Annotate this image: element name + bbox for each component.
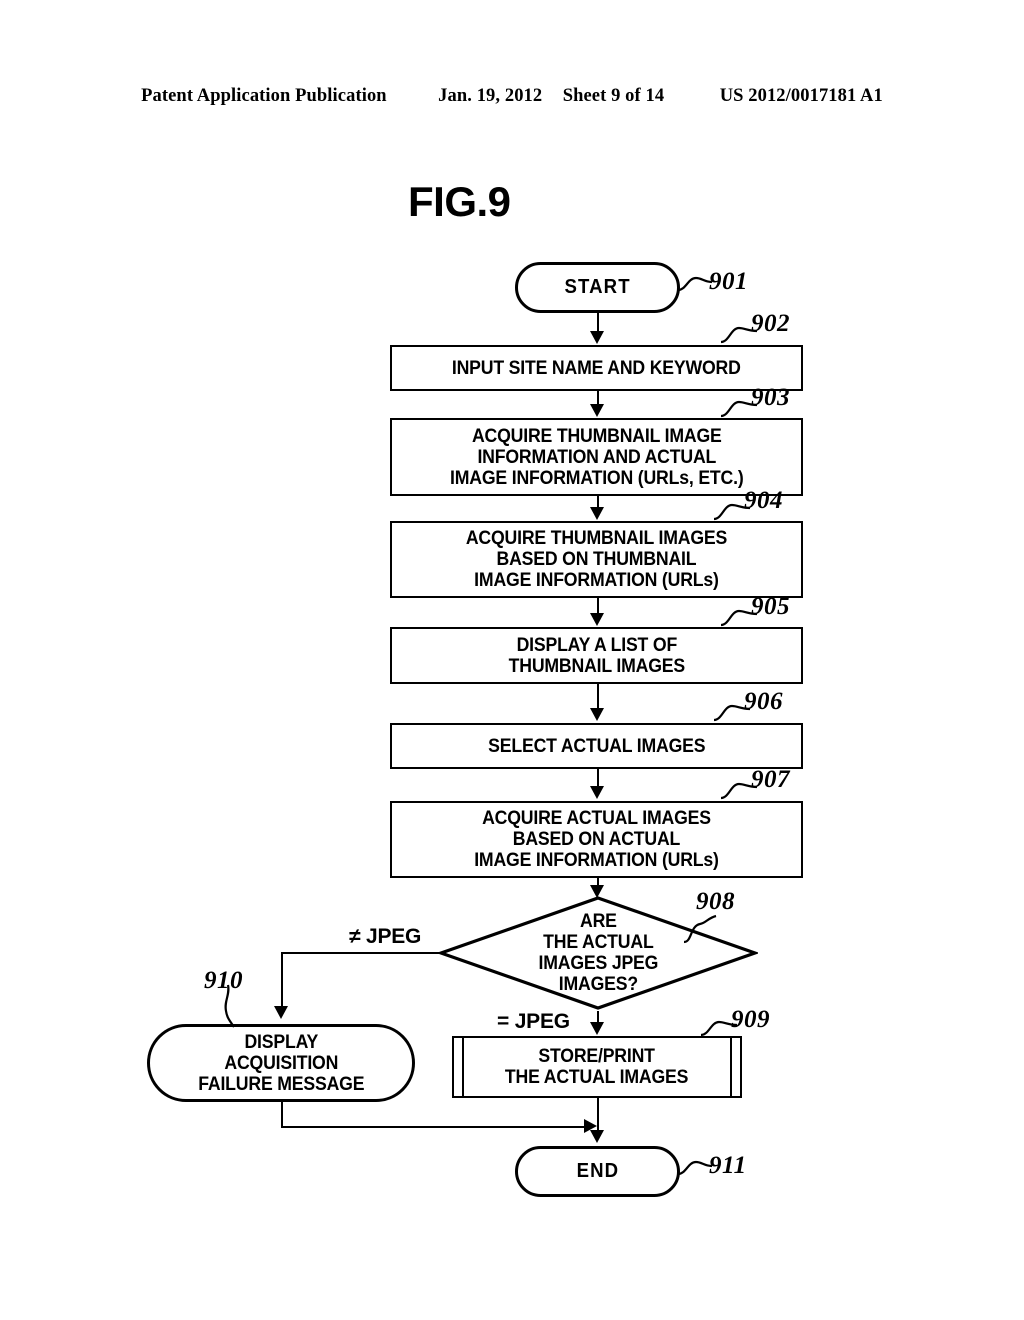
refnum-903: 903 xyxy=(751,384,790,411)
flow-node-904-label: ACQUIRE THUMBNAIL IMAGES BASED ON THUMBN… xyxy=(465,528,728,591)
refnum-904: 904 xyxy=(744,487,783,514)
header-publication: Patent Application Publication xyxy=(141,86,387,106)
arrowhead-901-902 xyxy=(590,331,604,344)
arrowhead-902-903 xyxy=(590,404,604,417)
flow-node-905-label: DISPLAY A LIST OF THUMBNAIL IMAGES xyxy=(508,634,685,677)
refnum-902: 902 xyxy=(751,310,790,337)
flow-node-input-site-name: INPUT SITE NAME AND KEYWORD xyxy=(390,345,803,391)
connector-902-903 xyxy=(597,391,599,405)
refnum-907: 907 xyxy=(751,766,790,793)
flow-node-909-label: STORE/PRINT THE ACTUAL IMAGES xyxy=(505,1046,689,1088)
flow-node-store-print: STORE/PRINT THE ACTUAL IMAGES xyxy=(452,1036,742,1098)
flow-node-902-label: INPUT SITE NAME AND KEYWORD xyxy=(452,357,741,379)
refnum-911: 911 xyxy=(709,1152,747,1179)
connector-901-902 xyxy=(597,313,599,333)
refnum-909: 909 xyxy=(731,1006,770,1033)
flow-node-failure-message: DISPLAY ACQUISITION FAILURE MESSAGE xyxy=(147,1024,415,1102)
refnum-906: 906 xyxy=(744,688,783,715)
flow-node-start: START xyxy=(515,262,680,313)
flow-node-910-label: DISPLAY ACQUISITION FAILURE MESSAGE xyxy=(197,1031,365,1095)
flow-node-907-label: ACQUIRE ACTUAL IMAGES BASED ON ACTUAL IM… xyxy=(474,808,719,871)
connector-910-merge-vertical xyxy=(281,1102,283,1128)
leader-line-908 xyxy=(683,914,717,944)
figure-title: FIG.9 xyxy=(408,178,511,225)
header-sheet: Sheet 9 of 14 xyxy=(562,86,665,106)
arrowhead-908-910 xyxy=(274,1006,288,1019)
refnum-908: 908 xyxy=(696,888,735,915)
arrowhead-907-908 xyxy=(590,885,604,898)
flow-node-start-label: START xyxy=(564,276,631,298)
connector-910-merge-horizontal xyxy=(281,1126,584,1128)
connector-909-end xyxy=(597,1098,599,1130)
connector-908-910-horizontal xyxy=(281,952,441,954)
publication-header: Patent Application Publication Jan. 19, … xyxy=(0,86,1024,107)
flow-node-select-actual-images: SELECT ACTUAL IMAGES xyxy=(390,723,803,769)
refnum-901: 901 xyxy=(709,268,748,295)
header-document-number: US 2012/0017181 A1 xyxy=(719,86,883,106)
connector-904-905 xyxy=(597,598,599,613)
arrowhead-906-907 xyxy=(590,786,604,799)
arrowhead-merge-end xyxy=(590,1130,604,1143)
flow-node-acquire-thumbnail-images: ACQUIRE THUMBNAIL IMAGES BASED ON THUMBN… xyxy=(390,521,803,598)
connector-906-907 xyxy=(597,769,599,787)
flow-node-acquire-actual-images: ACQUIRE ACTUAL IMAGES BASED ON ACTUAL IM… xyxy=(390,801,803,878)
flow-node-display-thumbnail-list: DISPLAY A LIST OF THUMBNAIL IMAGES xyxy=(390,627,803,684)
connector-908-910-vertical xyxy=(281,952,283,1007)
arrowhead-903-904 xyxy=(590,507,604,520)
flow-node-end: END xyxy=(515,1146,680,1197)
branch-label-is-jpeg: = JPEG xyxy=(497,1010,570,1033)
branch-label-not-jpeg: ≠ JPEG xyxy=(349,925,422,948)
refnum-905: 905 xyxy=(751,593,790,620)
arrowhead-905-906 xyxy=(590,708,604,721)
flow-node-acquire-thumbnail-info: ACQUIRE THUMBNAIL IMAGE INFORMATION AND … xyxy=(390,418,803,496)
header-date: Jan. 19, 2012 xyxy=(438,86,543,106)
refnum-910: 910 xyxy=(204,967,243,994)
arrowhead-904-905 xyxy=(590,613,604,626)
arrowhead-908-909 xyxy=(590,1022,604,1035)
flow-node-end-label: END xyxy=(576,1160,619,1182)
flow-node-903-label: ACQUIRE THUMBNAIL IMAGE INFORMATION AND … xyxy=(449,425,744,489)
flow-node-906-label: SELECT ACTUAL IMAGES xyxy=(487,735,706,757)
flow-node-908-label: ARE THE ACTUAL IMAGES JPEG IMAGES? xyxy=(538,911,658,995)
connector-905-906 xyxy=(597,684,599,709)
